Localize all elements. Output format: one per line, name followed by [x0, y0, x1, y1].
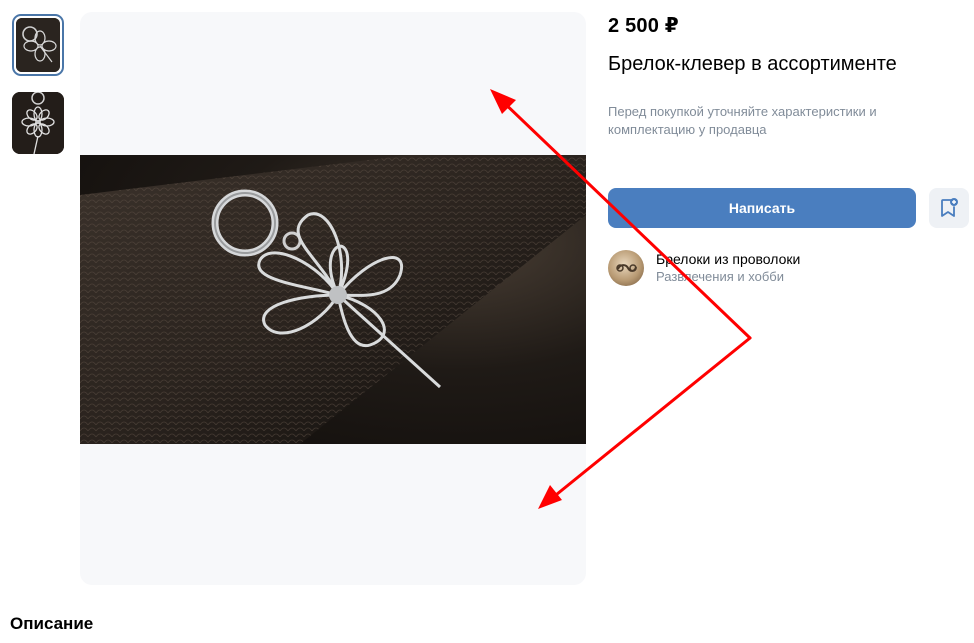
- description-heading: Описание: [10, 614, 94, 633]
- bookmark-plus-icon: [941, 198, 958, 217]
- add-to-bookmarks-button[interactable]: [929, 188, 969, 228]
- thumbnail-clover-image: [16, 18, 60, 72]
- product-title: Брелок-клевер в ассортименте: [608, 53, 897, 75]
- product-main-photo[interactable]: [80, 155, 586, 444]
- purchase-note: Перед покупкой уточняйте характеристики …: [608, 104, 877, 137]
- product-price: 2 500 ₽: [608, 15, 679, 37]
- shop-category: Развлечения и хобби: [656, 269, 784, 284]
- shop-link[interactable]: Брелоки из проволоки Развлечения и хобби: [608, 250, 800, 286]
- thumbnail-2[interactable]: [12, 92, 64, 154]
- shop-name: Брелоки из проволоки: [656, 251, 801, 267]
- shop-avatar: [608, 250, 644, 286]
- product-gallery[interactable]: [80, 12, 586, 585]
- write-button[interactable]: Написать: [608, 188, 916, 228]
- thumbnail-flower-image: [12, 92, 64, 154]
- thumbnail-1[interactable]: [12, 14, 64, 76]
